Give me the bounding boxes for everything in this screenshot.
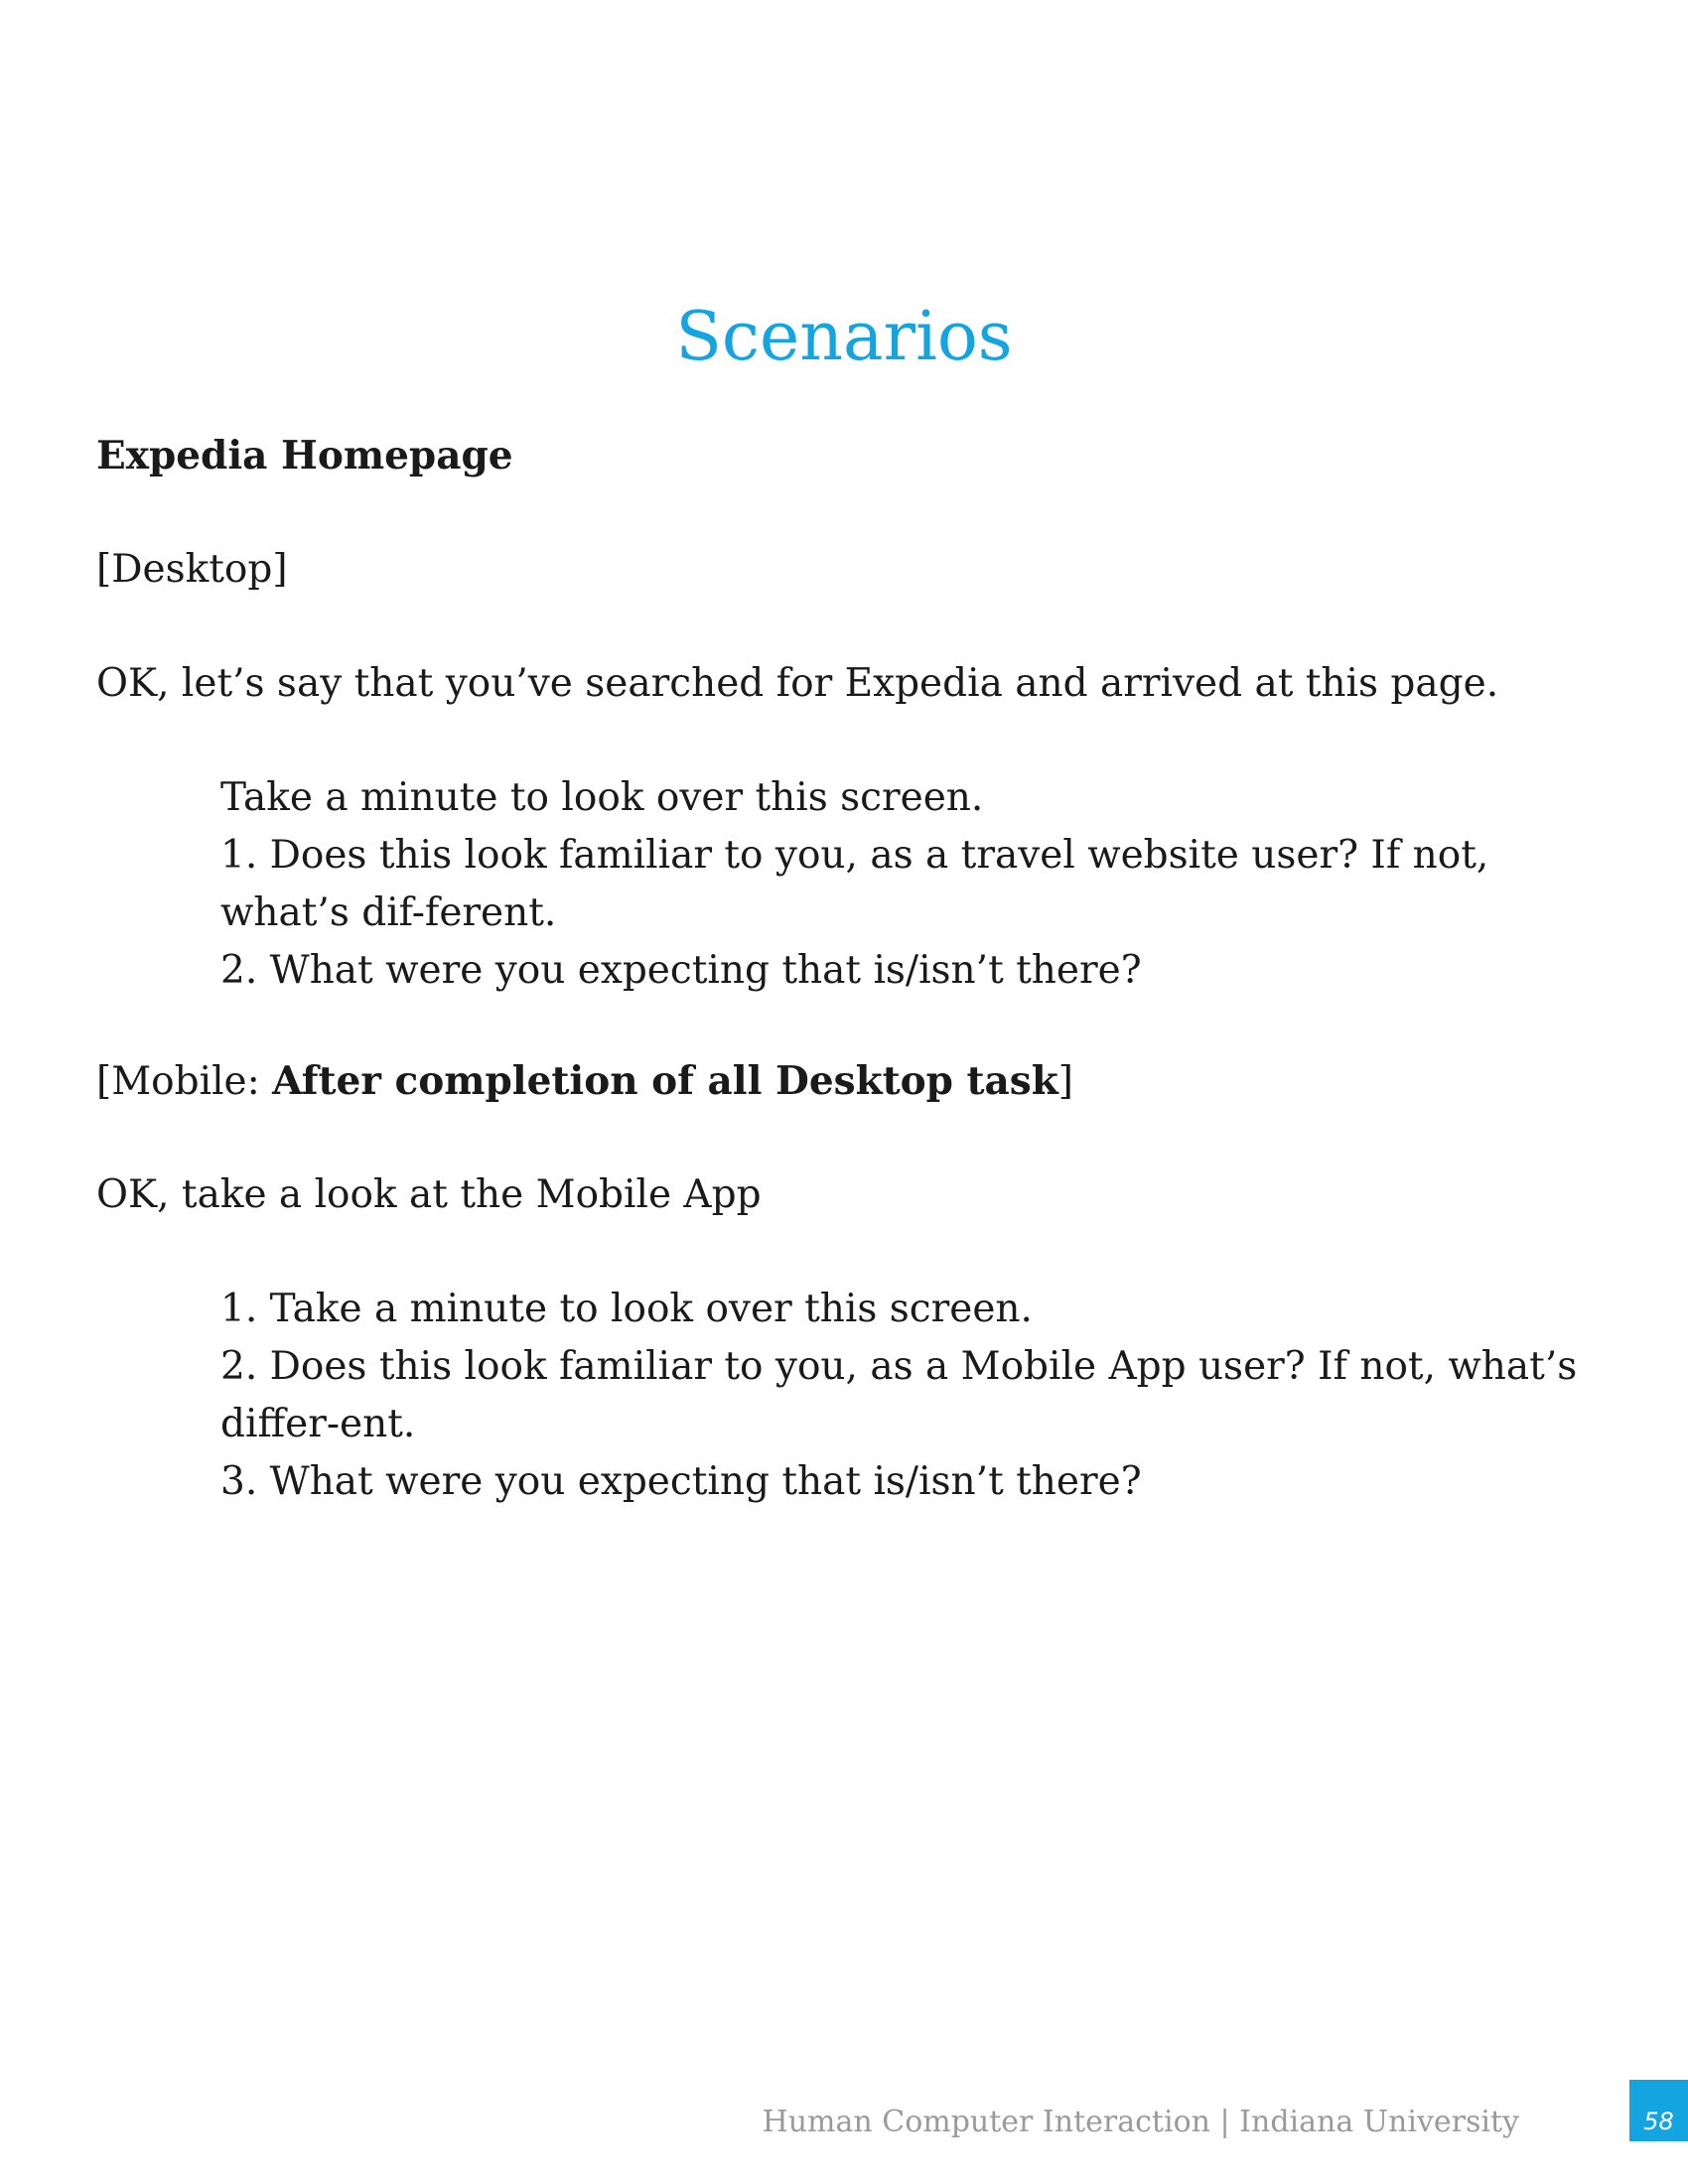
document-page: Scenarios Expedia Homepage [Desktop] OK,… (0, 0, 1688, 2184)
desktop-item-0: Take a minute to look over this screen. (220, 775, 984, 820)
page-footer: Human Computer Interaction | Indiana Uni… (762, 2105, 1519, 2139)
mobile-item-2: 3. What were you expecting that is/isn’t… (220, 1459, 1142, 1504)
desktop-label: [Desktop] (96, 547, 288, 592)
section-heading: Expedia Homepage (96, 433, 513, 478)
mobile-item-0: 1. Take a minute to look over this scree… (220, 1287, 1033, 1331)
mobile-label-suffix: ] (1057, 1059, 1073, 1104)
desktop-intro: OK, let’s say that you’ve searched for E… (96, 661, 1499, 706)
mobile-label-bold: After completion of all Desktop task (272, 1058, 1058, 1104)
mobile-label-prefix: [Mobile: (96, 1059, 273, 1104)
desktop-item-2: 2. What were you expecting that is/isn’t… (220, 948, 1142, 993)
mobile-question-list: 1. Take a minute to look over this scree… (220, 1281, 1591, 1511)
page-number: 58 (1643, 2108, 1674, 2135)
desktop-item-1: 1. Does this look familiar to you, as a … (220, 833, 1489, 935)
desktop-question-list: Take a minute to look over this screen. … (220, 769, 1591, 1000)
mobile-item-1: 2. Does this look familiar to you, as a … (220, 1344, 1578, 1446)
page-number-tab: 58 (1629, 2080, 1688, 2141)
mobile-intro: OK, take a look at the Mobile App (96, 1172, 762, 1217)
page-title: Scenarios (675, 298, 1013, 376)
mobile-label: [Mobile: After completion of all Desktop… (96, 1052, 1586, 1111)
